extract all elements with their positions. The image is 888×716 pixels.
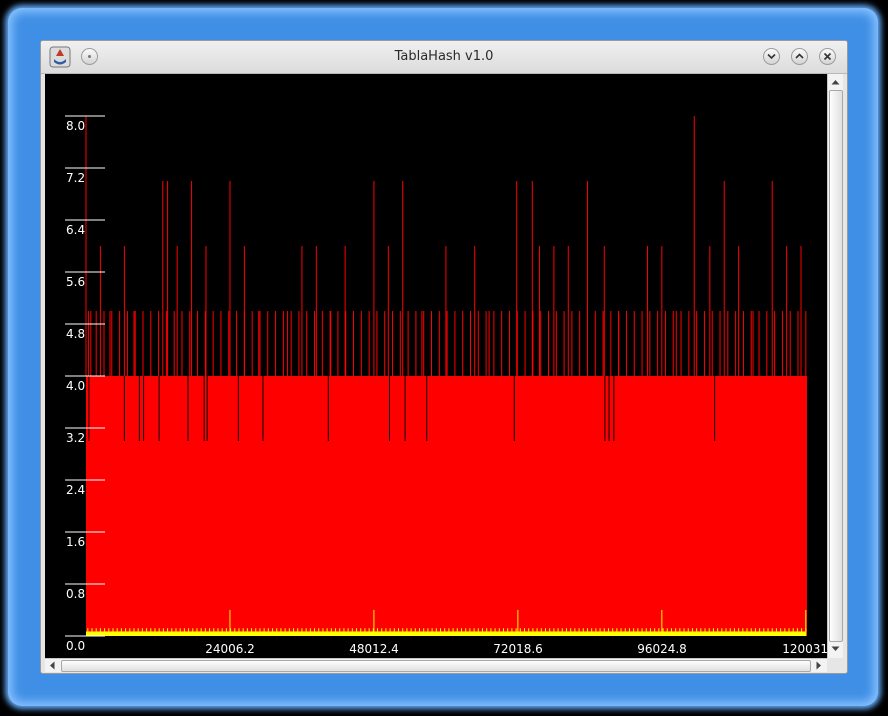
y-tick-label: 4.0 (66, 379, 85, 393)
vertical-scroll-thumb[interactable] (829, 90, 843, 642)
x-tick-label: 72018.6 (493, 642, 543, 656)
x-tick-label: 96024.8 (637, 642, 687, 656)
horizontal-scrollbar[interactable] (45, 658, 827, 672)
y-tick-label: 6.4 (66, 223, 85, 237)
arrow-down-icon[interactable] (828, 641, 843, 656)
chevron-down-icon[interactable] (763, 48, 780, 65)
window-title: TablaHash v1.0 (394, 49, 494, 64)
hash-distribution-chart: 0.0 0.8 1.6 2.4 3.2 4.0 4.8 5.6 6.4 7.2 8.0 24006.2… (65, 115, 828, 656)
y-tick-label: 1.6 (66, 535, 85, 549)
x-tick-label: 24006.2 (205, 642, 255, 656)
close-icon[interactable] (819, 48, 836, 65)
red-series-base-bar (86, 376, 807, 636)
chart-canvas: 0.0 0.8 1.6 2.4 3.2 4.0 4.8 5.6 6.4 7.2 8.0 24006.2… (45, 74, 828, 658)
y-tick-label: 3.2 (66, 431, 85, 445)
y-tick-label: 8.0 (66, 119, 85, 133)
arrow-right-icon[interactable] (812, 659, 825, 672)
x-tick-label: 48012.4 (349, 642, 399, 656)
y-tick-label: 5.6 (66, 275, 85, 289)
y-tick-label: 4.8 (66, 327, 85, 341)
horizontal-scroll-thumb[interactable] (61, 660, 811, 672)
x-tick-label: 120031 (782, 642, 827, 656)
y-tick-label: 0.8 (66, 587, 85, 601)
y-tick-label: 2.4 (66, 483, 85, 497)
title-bar[interactable]: TablaHash v1.0 (41, 41, 847, 74)
yellow-series-base-bar (86, 631, 806, 636)
y-tick-label: 0.0 (66, 639, 85, 653)
chevron-up-icon[interactable] (791, 48, 808, 65)
vertical-scrollbar[interactable] (827, 74, 843, 658)
y-tick-label: 7.2 (66, 171, 85, 185)
arrow-up-icon[interactable] (828, 75, 843, 90)
scrollbar-corner (827, 658, 843, 672)
app-window: TablaHash v1.0 0.0 0.8 1.6 2.4 3.2 4.0 4.8 5.6 6… (40, 40, 848, 674)
arrow-left-icon[interactable] (46, 659, 59, 672)
